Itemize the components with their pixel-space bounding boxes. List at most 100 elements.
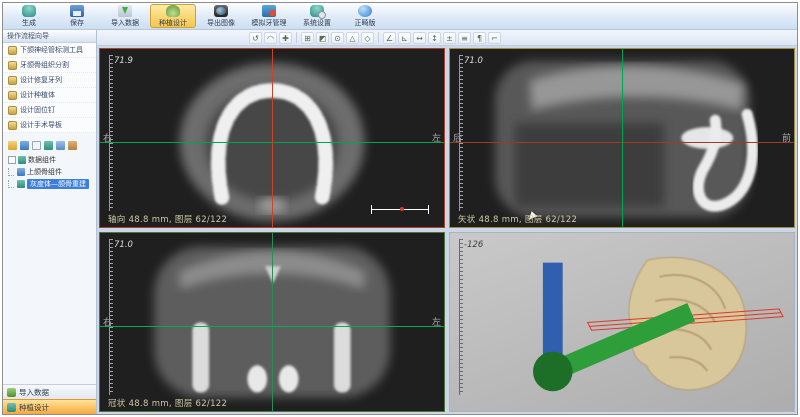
toolbar-separator — [378, 32, 379, 43]
coronal-status-text: 冠状 48.8 mm, 图层 62/122 — [108, 397, 227, 409]
import-data-button[interactable]: 导入数据 — [102, 4, 148, 28]
tree-connector — [8, 168, 14, 176]
coronal-vertical-crosshair[interactable] — [272, 233, 273, 411]
export-component-icon[interactable] — [56, 141, 65, 150]
axial-marker-dot — [400, 207, 404, 211]
dental-implant-planner-window: 生成 保存 导入数据 种植设计 导出图像 模拟牙管理 系统设置 正畸版 — [2, 2, 798, 415]
export-image-button[interactable]: 导出图像 — [198, 4, 244, 28]
toolbar-separator — [296, 32, 297, 43]
tab-import-data[interactable]: 导入数据 — [3, 384, 96, 399]
tree-item-maxilla-component[interactable]: 上颌骨组件 — [7, 166, 95, 178]
workflow-sidebar: 操作流程向导 下颌神经管标测工具 牙颌骨组织分割 设计修复牙列 设计种植体 设计… — [3, 30, 97, 414]
import-data-label: 导入数据 — [111, 18, 139, 28]
database-icon — [22, 5, 36, 17]
coronal-orientation-left: 右 — [103, 315, 112, 328]
tree-item-gray-volume-selected[interactable]: 灰度体—颌骨重建 — [7, 178, 95, 190]
volume-cube-icon — [17, 180, 25, 188]
segmentation-icon — [8, 61, 17, 70]
view-toolbar: ↺ ◠ ✚ ⊞ ◩ ⊙ △ ◇ ∠ ⊾ ↔ ↕ ± ≡ ¶ ⌐ — [97, 30, 797, 46]
tooth-manager-label: 模拟牙管理 — [252, 18, 287, 28]
sagittal-orientation-left: 后 — [453, 131, 462, 144]
implant-tab-icon — [7, 403, 16, 412]
tooth-manager-button[interactable]: 模拟牙管理 — [246, 4, 292, 28]
angle-icon[interactable]: ∠ — [383, 32, 396, 44]
measure-vertical-icon[interactable]: ↕ — [428, 32, 441, 44]
save-icon — [70, 5, 84, 17]
sidebar-step-surgical-guide[interactable]: 设计手术导板 — [3, 118, 96, 133]
tree-connector — [8, 180, 14, 188]
implant-design-button[interactable]: 种植设计 — [150, 4, 196, 28]
open-folder-icon[interactable] — [8, 141, 17, 150]
axial-status-text: 轴向 48.8 mm, 图层 62/122 — [108, 213, 227, 225]
nerve-tool-icon — [8, 46, 17, 55]
arc-icon[interactable]: ◠ — [264, 32, 277, 44]
components-cube-icon — [18, 156, 26, 164]
coronal-ruler-value: 71.0 — [114, 240, 133, 250]
save-button[interactable]: 保存 — [54, 4, 100, 28]
import-arrow-icon — [118, 5, 132, 17]
annotation-icon[interactable]: ¶ — [473, 32, 486, 44]
edit-icon[interactable] — [68, 141, 77, 150]
measure-horizontal-icon[interactable]: ↔ — [413, 32, 426, 44]
sidebar-step-nerve-tool[interactable]: 下颌神经管标测工具 — [3, 43, 96, 58]
maxilla-cube-icon — [17, 168, 25, 176]
save-component-icon[interactable] — [20, 141, 29, 150]
target-icon[interactable]: ⊙ — [331, 32, 344, 44]
rotate-icon[interactable]: ↺ — [249, 32, 262, 44]
axial-orientation-left: 右 — [103, 131, 112, 144]
surface-icon[interactable]: △ — [346, 32, 359, 44]
online-edition-button[interactable]: 正畸版 — [342, 4, 388, 28]
sagittal-ruler-value: 71.0 — [464, 56, 483, 66]
system-settings-button[interactable]: 系统设置 — [294, 4, 340, 28]
axial-orientation-right: 左 — [432, 131, 441, 144]
document-icon[interactable] — [32, 141, 41, 150]
right-angle-icon[interactable]: ⊾ — [398, 32, 411, 44]
tree-root-data-components[interactable]: 数据组件 — [7, 154, 95, 166]
tab-implant-design[interactable]: 种植设计 — [3, 399, 96, 414]
generate-label: 生成 — [22, 18, 36, 28]
coronal-orientation-right: 左 — [432, 315, 441, 328]
fixation-icon — [8, 106, 17, 115]
layout-icon[interactable]: ◩ — [316, 32, 329, 44]
density-icon[interactable]: ± — [443, 32, 456, 44]
implant-design-label: 种植设计 — [159, 18, 187, 28]
crosshair-icon[interactable]: ✚ — [279, 32, 292, 44]
volume-3d-viewport[interactable]: -126 — [449, 232, 795, 412]
implant-icon — [166, 5, 180, 17]
checkbox-icon[interactable] — [8, 156, 16, 164]
tooth-manager-icon — [262, 5, 276, 17]
sidebar-step-restoration[interactable]: 设计修复牙列 — [3, 73, 96, 88]
implant-step-icon — [8, 91, 17, 100]
shape-icon[interactable]: ◇ — [361, 32, 374, 44]
main-toolbar: 生成 保存 导入数据 种植设计 导出图像 模拟牙管理 系统设置 正畸版 — [3, 3, 797, 30]
sidebar-spacer — [3, 190, 96, 384]
axial-vertical-crosshair[interactable] — [272, 49, 273, 227]
camera-icon — [214, 5, 228, 17]
generate-button[interactable]: 生成 — [6, 4, 52, 28]
data-component-tree: 数据组件 上颌骨组件 灰度体—颌骨重建 — [3, 152, 96, 190]
axial-viewport[interactable]: 71.9 右 左 轴向 48.8 mm, 图层 62/122 — [99, 48, 445, 228]
grid-icon[interactable]: ⊞ — [301, 32, 314, 44]
axial-ruler-value: 71.9 — [114, 56, 133, 66]
settings-gear-icon — [310, 5, 324, 17]
import-tab-icon — [7, 388, 16, 397]
surgical-guide-icon — [8, 121, 17, 130]
sidebar-step-segmentation[interactable]: 牙颌骨组织分割 — [3, 58, 96, 73]
online-edition-label: 正畸版 — [355, 18, 376, 28]
list-icon[interactable]: ≡ — [458, 32, 471, 44]
sagittal-vertical-crosshair[interactable] — [622, 49, 623, 227]
coronal-viewport[interactable]: 71.0 右 左 冠状 48.8 mm, 图层 62/122 — [99, 232, 445, 412]
cube-icon[interactable] — [44, 141, 53, 150]
sidebar-header: 操作流程向导 — [3, 30, 96, 43]
sagittal-status-text: 矢状 48.8 mm, 图层 62/122 — [458, 213, 577, 225]
sagittal-viewport[interactable]: 71.0 后 前 矢状 48.8 mm, 图层 62/122 — [449, 48, 795, 228]
viewer-workspace: ↺ ◠ ✚ ⊞ ◩ ⊙ △ ◇ ∠ ⊾ ↔ ↕ ± ≡ ¶ ⌐ — [97, 30, 797, 414]
sagittal-orientation-right: 前 — [782, 131, 791, 144]
restoration-icon — [8, 76, 17, 85]
reset-icon[interactable]: ⌐ — [488, 32, 501, 44]
sidebar-step-fixation[interactable]: 设计固位钉 — [3, 103, 96, 118]
data-tree-toolbar — [3, 133, 96, 152]
viewport-grid: 71.9 右 左 轴向 48.8 mm, 图层 62/122 — [97, 46, 797, 414]
save-label: 保存 — [70, 18, 84, 28]
sidebar-step-implant[interactable]: 设计种植体 — [3, 88, 96, 103]
